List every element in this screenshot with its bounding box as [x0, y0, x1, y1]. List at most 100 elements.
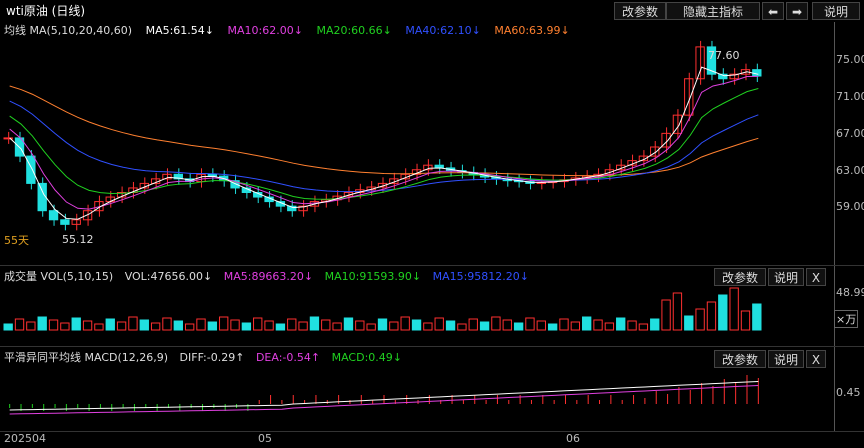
- price-tick-5: 59.00: [836, 200, 864, 213]
- volume-bar: [60, 322, 70, 331]
- volume-bar: [332, 322, 342, 331]
- volume-bar: [287, 318, 297, 331]
- high-price-label: 77.60: [708, 49, 740, 62]
- volume-bar: [718, 294, 728, 331]
- volume-bar: [196, 318, 206, 331]
- arrow-right-icon[interactable]: ➡: [786, 2, 808, 20]
- volume-bar: [411, 319, 422, 331]
- volume-bar: [593, 319, 603, 331]
- candle: [207, 173, 218, 177]
- volume-bar: [400, 316, 410, 331]
- volume-bar: [37, 316, 47, 331]
- volume-tick: 48.99: [836, 286, 864, 299]
- volume-bar: [162, 317, 172, 331]
- ma-line: [9, 100, 759, 193]
- volume-bar: [695, 308, 705, 331]
- volume-bar: [491, 316, 501, 331]
- macd-legend: 平滑异同平均线 MACD(12,26,9) DIFF:-0.29↑ DEA:-0…: [4, 349, 410, 365]
- volume-bar: [264, 320, 274, 331]
- volume-bar: [740, 310, 751, 331]
- volume-bar: [48, 319, 59, 331]
- volume-bar: [343, 317, 354, 331]
- volume-bar: [479, 321, 490, 331]
- volume-bar: [389, 321, 399, 331]
- volume-bar: [105, 318, 115, 331]
- candle: [71, 219, 81, 225]
- volume-bar: [616, 317, 626, 331]
- macd-chart: [9, 375, 759, 415]
- volume-bar: [638, 323, 649, 331]
- top-bar: wti原油 (日线) 改参数 隐藏主指标 ⬅ ➡ 说明: [0, 0, 864, 22]
- candle: [48, 210, 59, 221]
- price-tick-4: 63.00: [836, 164, 864, 177]
- volume-bar: [139, 319, 149, 331]
- candlestick-chart: [3, 40, 762, 231]
- volume-bar: [457, 323, 467, 331]
- volume-bar: [570, 321, 581, 331]
- volume-bar: [207, 321, 218, 331]
- volume-bar: [150, 322, 161, 331]
- volume-bar: [3, 323, 13, 331]
- x-axis-line: [0, 431, 864, 432]
- volume-bar: [298, 321, 308, 331]
- candle: [26, 155, 36, 184]
- volume-bar: [230, 319, 240, 331]
- volume-bar: [241, 322, 252, 331]
- volume-bar: [309, 316, 320, 331]
- ma-line: [9, 66, 759, 220]
- volume-bar: [128, 316, 138, 331]
- volume-bar: [173, 320, 183, 331]
- volume-bar: [219, 316, 229, 331]
- window-title: wti原油 (日线): [6, 4, 86, 18]
- volume-bar: [547, 323, 558, 331]
- volume-bar: [26, 321, 36, 331]
- hide-indicator-button[interactable]: 隐藏主指标: [666, 2, 760, 20]
- volume-bar: [184, 323, 195, 331]
- volume-bar: [684, 315, 694, 331]
- macd-value: MACD:0.49↓: [331, 351, 402, 364]
- volume-bar: [275, 323, 286, 331]
- price-tick-3: 67.00: [836, 127, 864, 140]
- volume-bar: [321, 319, 331, 331]
- x-label-1: 202504: [4, 432, 46, 445]
- separator: [0, 265, 864, 266]
- macd-tick: 0.45: [836, 386, 861, 399]
- volume-bar: [604, 322, 615, 331]
- volume-bar: [672, 292, 683, 331]
- help-button[interactable]: 说明: [812, 2, 860, 20]
- params-button[interactable]: 改参数: [614, 2, 666, 20]
- x-label-2: 05: [258, 432, 272, 445]
- volume-bar: [513, 322, 524, 331]
- volume-bar: [14, 318, 25, 331]
- volume-bar: [253, 317, 263, 331]
- separator: [0, 346, 864, 347]
- candle: [684, 78, 694, 116]
- candle: [434, 164, 444, 169]
- volume-bar: [559, 318, 569, 331]
- volume-bar: [536, 320, 546, 331]
- macd-dea: DEA:-0.54↑: [255, 351, 321, 364]
- volume-bar: [752, 303, 762, 331]
- volume-bar: [525, 317, 535, 331]
- volume-bar: [116, 321, 127, 331]
- volume-bar: [82, 320, 93, 331]
- days-label: 55天: [4, 234, 29, 247]
- volume-bar: [627, 320, 637, 331]
- volume-bar: [502, 319, 512, 331]
- volume-bar: [377, 318, 388, 331]
- volume-bar: [366, 323, 376, 331]
- arrow-left-icon[interactable]: ⬅: [762, 2, 784, 20]
- price-tick-1: 75.00: [836, 53, 864, 66]
- volume-bar: [729, 287, 739, 331]
- candle: [60, 219, 70, 225]
- volume-bar: [706, 301, 717, 331]
- volume-unit: ×万: [834, 310, 859, 328]
- volume-bar: [445, 320, 456, 331]
- price-tick-2: 71.00: [836, 90, 864, 103]
- volume-bar: [423, 322, 433, 331]
- ma-line: [9, 85, 759, 177]
- ma-line: [9, 88, 759, 200]
- volume-bar: [582, 316, 592, 331]
- macd-diff: DIFF:-0.29↑: [179, 351, 245, 364]
- volume-bar: [355, 320, 365, 331]
